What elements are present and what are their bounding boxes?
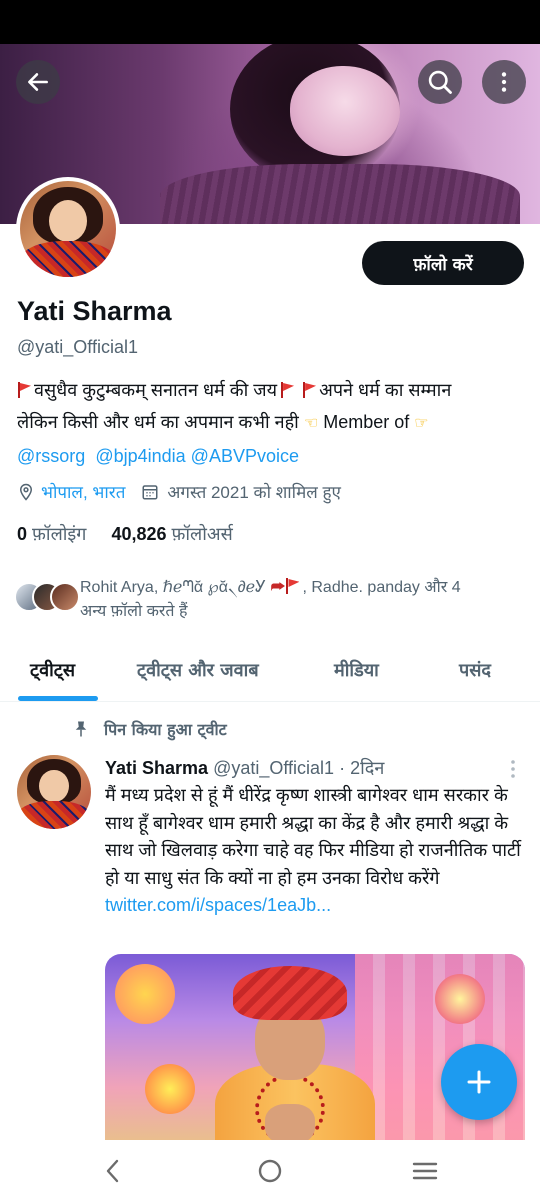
nav-recents-icon	[412, 1162, 438, 1180]
tab-tweets[interactable]: ट्वीट्स	[30, 658, 75, 682]
bow-arrow-icon: ➦	[270, 579, 286, 596]
bio-line-2: लेकिन किसी और धर्म का अपमान कभी नही ☜ Me…	[17, 406, 527, 440]
more-vertical-icon	[511, 760, 515, 778]
status-bar	[0, 0, 540, 44]
active-tab-indicator	[18, 696, 98, 701]
mention-link[interactable]: @bjp4india	[95, 446, 185, 466]
profile-name: Yati Sharma	[17, 296, 172, 326]
profile-meta: भोपाल, भारत अगस्त 2021 को शामिल हुए	[17, 480, 341, 503]
joined-date: अगस्त 2021 को शामिल हुए	[167, 483, 341, 502]
pinned-indicator: पिन किया हुआ ट्वीट	[72, 718, 227, 740]
mention-link[interactable]: @rssorg	[17, 446, 85, 466]
tweet-text: मैं मध्य प्रदेश से हूं मैं धीरेंद्र कृष्…	[105, 782, 530, 920]
profile-tabs: ट्वीट्स ट्वीट्स और जवाब मीडिया पसंद	[0, 646, 540, 702]
back-arrow-icon	[28, 73, 48, 91]
calendar-icon	[142, 484, 158, 499]
tweet-more-button[interactable]	[508, 758, 518, 784]
flag-icon	[17, 382, 31, 398]
nav-back-button[interactable]	[98, 1156, 128, 1186]
pointing-hand-right-icon: ☞	[414, 415, 429, 432]
tweet-avatar[interactable]	[17, 755, 91, 829]
mention-link[interactable]: @ABVPvoice	[191, 446, 299, 466]
tweet-time[interactable]: 2दिन	[350, 758, 384, 778]
pointing-hand-left-icon: ☜	[303, 415, 319, 432]
flag-icon	[302, 382, 316, 398]
tweet-link[interactable]: twitter.com/i/spaces/1eaJb...	[105, 892, 530, 920]
pin-icon	[75, 721, 87, 737]
compose-tweet-button[interactable]	[441, 1044, 517, 1120]
follow-counts: 0 फ़ॉलोइंग 40,826 फ़ॉलोअर्स	[17, 522, 233, 546]
more-vertical-icon	[501, 72, 507, 92]
tweet-author-name[interactable]: Yati Sharma	[105, 758, 208, 778]
avatar	[50, 582, 80, 612]
tab-tweets-and-replies[interactable]: ट्वीट्स और जवाब	[137, 658, 259, 682]
tab-media[interactable]: मीडिया	[334, 658, 379, 682]
nav-back-icon	[106, 1159, 119, 1183]
followed-by-text: Rohit Arya, ℏℯᘉᾰ ℘ᾰ৲∂ℯᎩ ➦, Radhe. panday…	[80, 578, 461, 620]
tweet-author-handle: @yati_Official1	[213, 758, 335, 778]
plus-icon	[467, 1070, 491, 1094]
back-button[interactable]	[16, 60, 60, 104]
nav-recents-button[interactable]	[410, 1156, 440, 1186]
search-icon	[428, 70, 452, 94]
nav-home-icon	[258, 1159, 282, 1183]
location-text[interactable]: भोपाल, भारत	[41, 480, 125, 503]
follow-button[interactable]: फ़ॉलो करें	[362, 241, 524, 285]
location-pin-icon	[19, 483, 33, 501]
more-button[interactable]	[482, 60, 526, 104]
nav-home-button[interactable]	[255, 1156, 285, 1186]
tab-likes[interactable]: पसंद	[459, 658, 491, 682]
following-count-link[interactable]: 0 फ़ॉलोइंग	[17, 524, 86, 544]
followers-count-link[interactable]: 40,826 फ़ॉलोअर्स	[111, 524, 232, 544]
profile-avatar[interactable]	[16, 177, 120, 281]
search-button[interactable]	[418, 60, 462, 104]
follower-avatars	[14, 576, 80, 616]
bio-mentions: @rssorg @bjp4india @ABVPvoice	[17, 440, 527, 472]
system-nav-bar	[0, 1140, 540, 1200]
flag-icon	[285, 578, 299, 594]
profile-bio: वसुधैव कुटुम्बकम् सनातन धर्म की जय अपने …	[17, 374, 527, 472]
followed-by[interactable]: Rohit Arya, ℏℯᘉᾰ ℘ᾰ৲∂ℯᎩ ➦, Radhe. panday…	[14, 576, 526, 624]
bio-line-1: वसुधैव कुटुम्बकम् सनातन धर्म की जय अपने …	[17, 374, 527, 406]
tweet-header: Yati Sharma @yati_Official1 · 2दिन	[105, 758, 385, 778]
flag-icon	[280, 382, 294, 398]
profile-handle: @yati_Official1	[17, 337, 138, 357]
